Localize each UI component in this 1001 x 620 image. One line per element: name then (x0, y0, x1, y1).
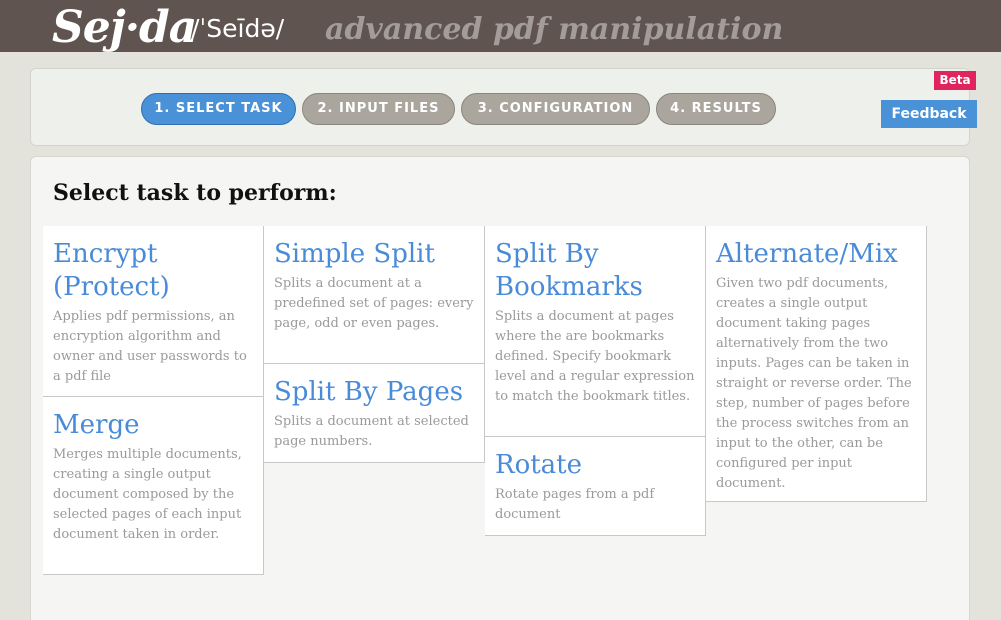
task-card-split-by-bookmarks[interactable]: Split By Bookmarks Splits a document at … (485, 226, 706, 437)
beta-badge: Beta (934, 71, 976, 90)
app-header: Sej·da /ˈSeīdə/ advanced pdf manipulatio… (0, 0, 1001, 54)
sejda-logo[interactable]: Sej·da (52, 2, 197, 54)
task-card-rotate[interactable]: Rotate Rotate pages from a pdf document (485, 437, 706, 536)
feedback-button[interactable]: Feedback (881, 100, 977, 128)
tagline: advanced pdf manipulation (325, 12, 784, 47)
task-title[interactable]: Encrypt (Protect) (53, 238, 253, 304)
step-configuration[interactable]: 3. CONFIGURATION (461, 93, 650, 125)
task-card-split-by-pages[interactable]: Split By Pages Splits a document at sele… (264, 364, 485, 463)
page-title: Select task to perform: (53, 180, 337, 206)
task-title[interactable]: Split By Pages (274, 376, 474, 409)
task-description: Rotate pages from a pdf document (495, 487, 655, 522)
task-description: Merges multiple documents, creating a si… (53, 447, 242, 542)
step-results[interactable]: 4. RESULTS (656, 93, 776, 125)
task-title[interactable]: Split By Bookmarks (495, 238, 695, 304)
task-title[interactable]: Alternate/Mix (716, 238, 916, 271)
task-card-merge[interactable]: Merge Merges multiple documents, creatin… (43, 397, 264, 575)
task-card-simple-split[interactable]: Simple Split Splits a document at a pred… (264, 226, 485, 364)
task-title[interactable]: Simple Split (274, 238, 474, 271)
task-description: Given two pdf documents, creates a singl… (716, 276, 912, 491)
task-title[interactable]: Rotate (495, 449, 695, 482)
task-description: Splits a document at selected page numbe… (274, 414, 469, 449)
task-description: Splits a document at a predefined set of… (274, 276, 474, 331)
task-description: Splits a document at pages where the are… (495, 309, 695, 404)
task-title[interactable]: Merge (53, 409, 253, 442)
task-card-alternate-mix[interactable]: Alternate/Mix Given two pdf documents, c… (706, 226, 927, 502)
pronunciation-text: /ˈSeīdə/ (191, 14, 285, 43)
task-card-encrypt[interactable]: Encrypt (Protect) Applies pdf permission… (43, 226, 264, 397)
step-input-files[interactable]: 2. INPUT FILES (302, 93, 455, 125)
step-select-task[interactable]: 1. SELECT TASK (141, 93, 296, 125)
task-description: Applies pdf permissions, an encryption a… (53, 309, 247, 384)
